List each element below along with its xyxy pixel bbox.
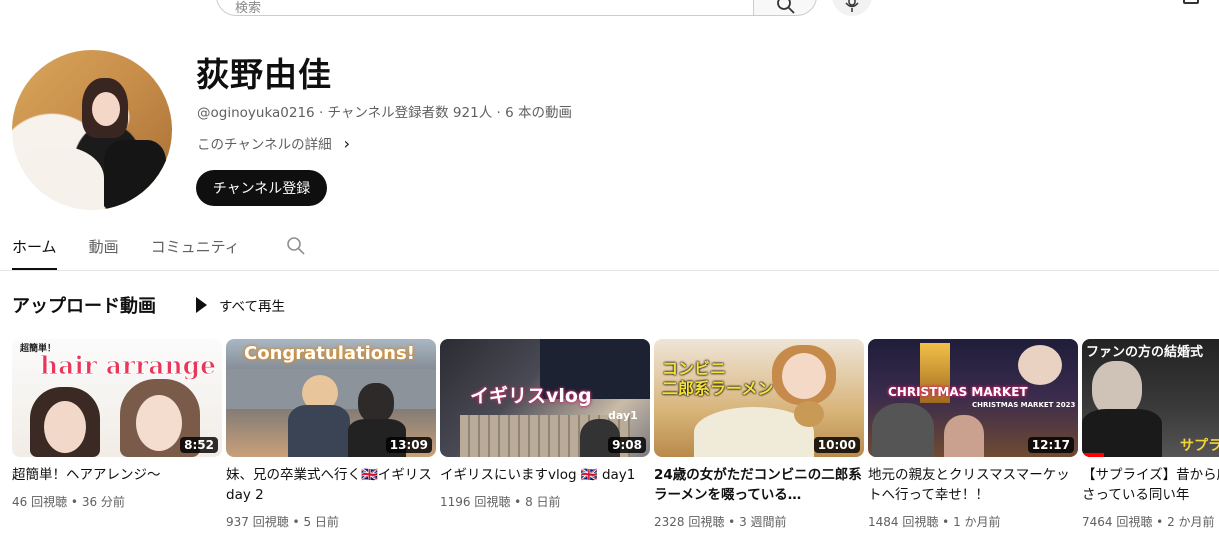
search-input[interactable]: 検索 xyxy=(216,0,754,16)
play-all-label: すべて再生 xyxy=(219,299,286,315)
video-duration: 12:17 xyxy=(1027,437,1074,453)
thumbnail-caption: サプラ xyxy=(1180,438,1219,454)
voice-search-button[interactable] xyxy=(832,0,872,16)
search-placeholder: 検索 xyxy=(235,1,262,16)
channel-search-icon[interactable] xyxy=(286,236,306,256)
view-count: 1196 回視聴 xyxy=(440,495,511,509)
upload-age: 3 週間前 xyxy=(739,515,787,529)
video-meta: 46 回視聴 • 36 分前 xyxy=(12,495,125,509)
upload-age: 2 か月前 xyxy=(1167,515,1215,529)
video-thumbnail[interactable]: 超簡単！ hair arrange 8:52 xyxy=(12,339,222,457)
video-duration: 13:09 xyxy=(385,437,432,453)
video-duration: 10:00 xyxy=(813,437,860,453)
upload-age: 5 日前 xyxy=(303,515,339,529)
video-card[interactable]: ファンの方の結婚式 サプラ 【サプライズ】昔から応援して下さっている同い年 74… xyxy=(1082,339,1219,530)
view-count: 1484 回視聴 xyxy=(868,515,939,529)
chevron-right-icon: › xyxy=(343,133,351,153)
video-card[interactable]: CHRISTMAS MARKET CHRISTMAS MARKET 2023 1… xyxy=(868,339,1078,530)
tab-community[interactable]: コミュニティ xyxy=(151,230,240,270)
upload-age: 36 分前 xyxy=(81,495,125,509)
video-thumbnail[interactable]: CHRISTMAS MARKET CHRISTMAS MARKET 2023 1… xyxy=(868,339,1078,457)
tab-home[interactable]: ホーム xyxy=(12,230,57,270)
video-meta: 7464 回視聴 • 2 か月前 xyxy=(1082,515,1215,529)
search-icon xyxy=(777,0,795,14)
upload-age: 8 日前 xyxy=(525,495,561,509)
video-card[interactable]: 超簡単！ hair arrange 8:52 超簡単！ヘアアレンジ〜 46 回視… xyxy=(12,339,222,510)
video-card[interactable]: Congratulations! 13:09 妹、兄の卒業式へ行く🇬🇧イギリスd… xyxy=(226,339,436,530)
mic-icon xyxy=(845,0,859,12)
thumbnail-caption: CHRISTMAS MARKET xyxy=(888,385,1028,399)
create-icon[interactable] xyxy=(1183,0,1199,4)
video-title[interactable]: 超簡単！ヘアアレンジ〜 xyxy=(12,465,222,485)
channel-avatar[interactable] xyxy=(12,50,172,210)
thumbnail-caption: hair arrange xyxy=(39,351,217,381)
video-meta: 1196 回視聴 • 8 日前 xyxy=(440,495,561,509)
video-card[interactable]: イギリスvlog day1 9:08 イギリスにいますvlog 🇬🇧 day1 … xyxy=(440,339,650,510)
channel-meta: @oginoyuka0216 · チャンネル登録者数 921人 · 6 本の動画 xyxy=(197,105,572,121)
video-title[interactable]: 24歳の女がただコンビニの二郎系ラーメンを啜っている… xyxy=(654,465,864,505)
channel-details-link[interactable]: このチャンネルの詳細 › xyxy=(197,133,351,154)
video-title[interactable]: 【サプライズ】昔から応援して下さっている同い年 xyxy=(1082,465,1219,505)
video-meta: 2328 回視聴 • 3 週間前 xyxy=(654,515,787,529)
tab-videos[interactable]: 動画 xyxy=(89,230,119,270)
subscriber-count: チャンネル登録者数 921人 xyxy=(327,105,493,121)
thumbnail-caption: CHRISTMAS MARKET 2023 xyxy=(972,401,1076,409)
view-count: 2328 回視聴 xyxy=(654,515,725,529)
watch-progress-bar xyxy=(1082,453,1104,457)
video-card[interactable]: コンビニ 二郎系ラーメン 10:00 24歳の女がただコンビニの二郎系ラーメンを… xyxy=(654,339,864,530)
search-button[interactable] xyxy=(753,0,817,16)
view-count: 46 回視聴 xyxy=(12,495,68,509)
video-title[interactable]: 地元の親友とクリスマスマーケットへ行って幸せ！！ xyxy=(868,465,1078,505)
channel-name: 荻野由佳 xyxy=(196,55,332,94)
upload-age: 1 か月前 xyxy=(953,515,1001,529)
thumbnail-caption: 二郎系ラーメン xyxy=(662,379,774,398)
tabs-divider xyxy=(0,270,1219,271)
video-title[interactable]: 妹、兄の卒業式へ行く🇬🇧イギリスday 2 xyxy=(226,465,436,505)
play-icon xyxy=(196,297,207,313)
video-thumbnail[interactable]: イギリスvlog day1 9:08 xyxy=(440,339,650,457)
thumbnail-caption: day1 xyxy=(608,409,638,422)
thumbnail-caption: イギリスvlog xyxy=(470,385,592,407)
video-duration: 8:52 xyxy=(180,437,218,453)
channel-handle: @oginoyuka0216 xyxy=(197,105,315,121)
video-meta: 1484 回視聴 • 1 か月前 xyxy=(868,515,1001,529)
subscribe-button[interactable]: チャンネル登録 xyxy=(196,170,327,206)
thumbnail-caption: ファンの方の結婚式 xyxy=(1086,345,1204,360)
video-thumbnail[interactable]: ファンの方の結婚式 サプラ xyxy=(1082,339,1219,457)
thumbnail-caption: Congratulations! xyxy=(244,343,415,364)
view-count: 7464 回視聴 xyxy=(1082,515,1153,529)
video-meta: 937 回視聴 • 5 日前 xyxy=(226,515,339,529)
channel-tabs: ホーム 動画 コミュニティ xyxy=(12,230,305,271)
play-all-button[interactable]: すべて再生 xyxy=(196,295,285,315)
section-title: アップロード動画 xyxy=(12,296,156,317)
view-count: 937 回視聴 xyxy=(226,515,289,529)
video-thumbnail[interactable]: コンビニ 二郎系ラーメン 10:00 xyxy=(654,339,864,457)
channel-details-label: このチャンネルの詳細 xyxy=(197,137,332,153)
video-thumbnail[interactable]: Congratulations! 13:09 xyxy=(226,339,436,457)
video-title[interactable]: イギリスにいますvlog 🇬🇧 day1 xyxy=(440,465,650,485)
video-duration: 9:08 xyxy=(608,437,646,453)
video-count: 6 本の動画 xyxy=(505,105,572,121)
